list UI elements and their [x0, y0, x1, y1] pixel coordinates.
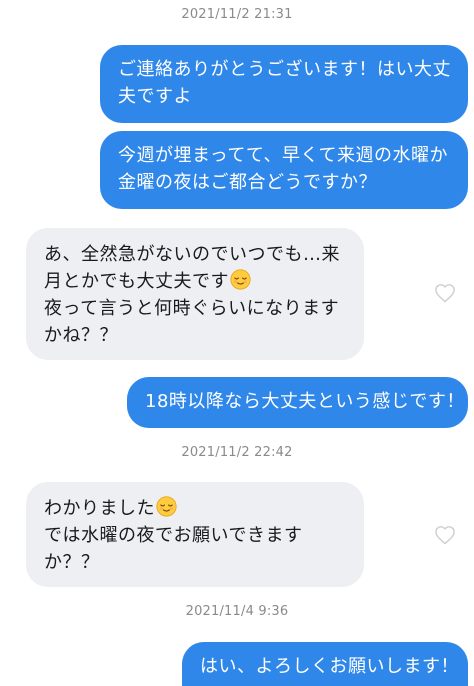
message-text: 夜って言うと何時ぐらいになります — [44, 298, 340, 319]
message-text: か？？ — [44, 552, 100, 573]
message-text-with-emoji: わかりました — [44, 495, 346, 522]
message-text: わかりました — [44, 498, 155, 519]
outgoing-message-bubble[interactable]: 18時以降なら大丈夫という感じです！ — [127, 377, 468, 428]
relieved-face-emoji — [230, 269, 251, 290]
heart-outline-icon[interactable] — [434, 283, 456, 303]
outgoing-message-bubble[interactable]: 今週が埋まってて、早くて来週の水曜か 金曜の夜はご都合どうですか？ — [100, 131, 468, 209]
incoming-message-bubble[interactable]: あ、全然急がないのでいつでも…来 月とかでも大丈夫です 夜って言うと何時ぐらいに… — [26, 228, 364, 360]
message-text: あ、全然急がないのでいつでも…来 — [44, 244, 340, 265]
timestamp: 2021/11/4 9:36 — [185, 604, 289, 619]
timestamp: 2021/11/2 21:31 — [181, 7, 293, 22]
message-text: ご連絡ありがとうございます！はい大丈 — [118, 59, 451, 80]
outgoing-message-bubble[interactable]: ご連絡ありがとうございます！はい大丈 夫ですよ — [100, 45, 468, 123]
message-text-with-emoji: 月とかでも大丈夫です — [44, 268, 346, 295]
message-text: 月とかでも大丈夫です — [44, 271, 229, 292]
message-text: では水曜の夜でお願いできます — [44, 525, 303, 546]
message-text: 18時以降なら大丈夫という感じです！ — [145, 391, 465, 412]
message-text: 金曜の夜はご都合どうですか？ — [118, 172, 377, 193]
message-text: はい、よろしくお願いします！ — [200, 656, 459, 677]
outgoing-message-bubble[interactable]: はい、よろしくお願いします！ — [182, 642, 468, 686]
message-text: かね？？ — [44, 325, 118, 346]
heart-outline-icon[interactable] — [434, 525, 456, 545]
message-text: 今週が埋まってて、早くて来週の水曜か — [118, 145, 448, 166]
message-text: 夫ですよ — [118, 86, 192, 107]
timestamp: 2021/11/2 22:42 — [181, 445, 293, 460]
incoming-message-bubble[interactable]: わかりました では水曜の夜でお願いできます か？？ — [26, 482, 364, 587]
relieved-face-emoji — [156, 496, 177, 517]
